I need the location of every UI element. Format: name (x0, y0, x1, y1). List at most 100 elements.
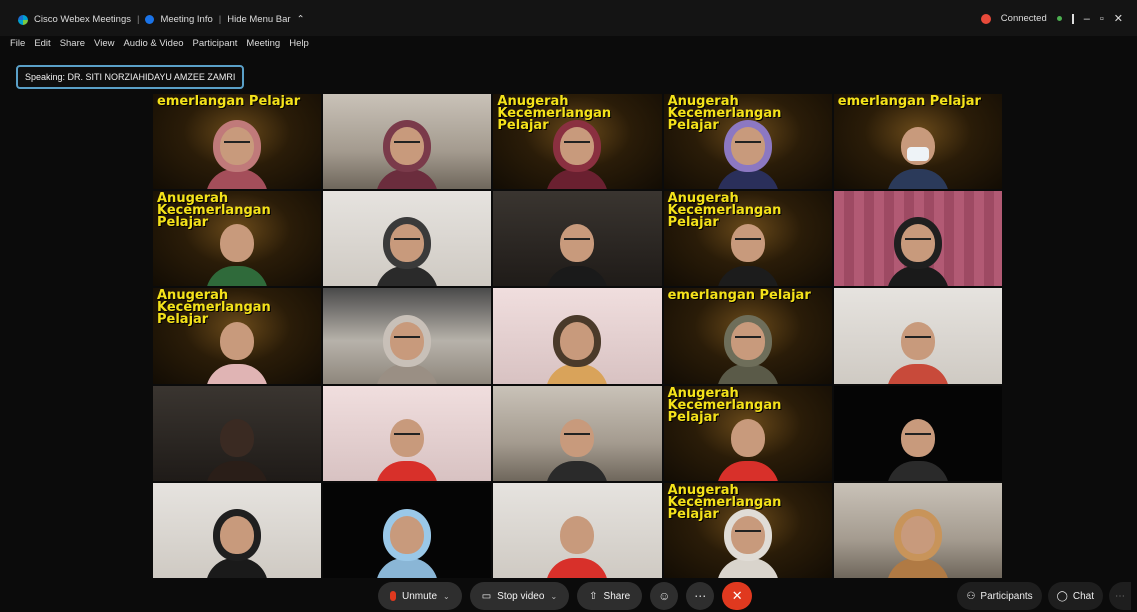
participant-video (886, 321, 949, 384)
more-options-button[interactable]: ⋯ (686, 582, 715, 610)
title-separator-2: | (218, 14, 222, 25)
participant-video (376, 515, 439, 578)
video-tile[interactable]: Anugerah Kecemerlangan Pelajar (663, 482, 832, 578)
title-left: Cisco Webex Meetings | Meeting Info | Hi… (18, 14, 305, 25)
video-tile[interactable] (153, 482, 322, 578)
chat-label: Chat (1072, 590, 1094, 602)
menu-meeting[interactable]: Meeting (246, 38, 280, 54)
video-tile[interactable] (833, 288, 1002, 384)
video-tile[interactable] (493, 482, 662, 578)
info-icon[interactable] (145, 15, 155, 24)
connection-dot-icon (1056, 16, 1062, 21)
participant-video (206, 515, 269, 578)
video-tile[interactable] (323, 191, 492, 287)
participant-video (546, 418, 609, 481)
more-icon: ⋯ (694, 589, 707, 603)
video-tile[interactable]: Anugerah Kecemerlangan Pelajar (663, 94, 832, 190)
video-tile[interactable] (153, 385, 322, 481)
background-text: emerlangan Pelajar (837, 94, 981, 109)
participant-video (886, 224, 949, 287)
video-camera-icon: ▭ (481, 590, 492, 602)
background-text: emerlangan Pelajar (157, 94, 301, 109)
menu-participant[interactable]: Participant (193, 38, 238, 54)
webex-logo-icon (18, 14, 28, 25)
right-controls: ⚇ Participants ◯ Chat ⋯ (957, 582, 1131, 610)
participant-video (716, 127, 779, 190)
participants-label: Participants (980, 590, 1033, 602)
participant-video (546, 515, 609, 578)
participant-video (206, 321, 269, 384)
participant-video (376, 418, 439, 481)
meeting-controls: Unmute ⌄ ▭ Stop video ⌄ ⇧ Share ☺ ⋯ ✕ ⚇ … (0, 582, 1137, 612)
unmute-button[interactable]: Unmute ⌄ (378, 582, 462, 610)
participant-video (886, 515, 949, 578)
participant-video (886, 418, 949, 481)
minimize-icon[interactable]: – (1084, 13, 1090, 25)
video-tile[interactable] (493, 191, 662, 287)
participant-video (376, 224, 439, 287)
close-icon[interactable]: ✕ (1114, 12, 1123, 25)
video-tile[interactable] (493, 385, 662, 481)
smiley-icon: ☺ (658, 589, 671, 603)
more-panels-button[interactable]: ⋯ (1109, 582, 1131, 610)
connection-status: Connected (1000, 13, 1047, 24)
menu-edit[interactable]: Edit (34, 38, 50, 54)
menu-help[interactable]: Help (289, 38, 309, 54)
meeting-info-button[interactable]: Meeting Info (160, 14, 212, 25)
leave-meeting-button[interactable]: ✕ (722, 582, 753, 610)
video-tile[interactable] (323, 288, 492, 384)
video-tile[interactable]: emerlangan Pelajar (153, 94, 322, 190)
participant-video (546, 224, 609, 287)
participant-video (206, 127, 269, 190)
person-icon: ⚇ (966, 590, 976, 602)
video-tile[interactable] (833, 482, 1002, 578)
participant-video (206, 418, 269, 481)
chat-button[interactable]: ◯ Chat (1047, 582, 1103, 610)
title-separator: | (136, 14, 140, 25)
video-tile[interactable] (833, 191, 1002, 287)
participant-video (716, 515, 779, 578)
video-tile[interactable] (833, 385, 1002, 481)
participant-video (376, 321, 439, 384)
video-tile[interactable] (493, 288, 662, 384)
hide-menu-bar-button[interactable]: Hide Menu Bar (227, 14, 290, 25)
video-tile[interactable]: emerlangan Pelajar (833, 94, 1002, 190)
video-tile[interactable]: Anugerah Kecemerlangan Pelajar (663, 385, 832, 481)
background-text: emerlangan Pelajar (667, 288, 811, 304)
participant-video (716, 224, 779, 287)
participant-video (716, 321, 779, 384)
video-tile[interactable]: Anugerah Kecemerlangan Pelajar (153, 288, 322, 384)
recording-icon (980, 13, 991, 24)
unmute-label: Unmute (402, 590, 438, 602)
video-tile[interactable] (323, 385, 492, 481)
control-row: Unmute ⌄ ▭ Stop video ⌄ ⇧ Share ☺ ⋯ ✕ (378, 582, 753, 610)
app-title: Cisco Webex Meetings (34, 14, 131, 25)
muted-mic-icon (390, 591, 396, 601)
participant-video (716, 418, 779, 481)
video-tile[interactable] (323, 482, 492, 578)
participant-video (546, 127, 609, 190)
menu-audio-video[interactable]: Audio & Video (123, 38, 183, 54)
video-tile[interactable]: Anugerah Kecemerlangan Pelajar (153, 191, 322, 287)
maximize-icon[interactable]: ▫ (1100, 13, 1104, 25)
active-speaker-label: Speaking: DR. SITI NORZIAHIDAYU AMZEE ZA… (16, 65, 245, 89)
video-tile[interactable]: Anugerah Kecemerlangan Pelajar (663, 191, 832, 287)
participant-video (376, 127, 439, 190)
video-tile[interactable]: emerlangan Pelajar (663, 288, 832, 384)
menu-view[interactable]: View (94, 38, 114, 54)
menu-share[interactable]: Share (60, 38, 85, 54)
signal-bar-icon (1071, 13, 1074, 24)
stop-video-button[interactable]: ▭ Stop video ⌄ (469, 582, 570, 610)
chevron-down-icon[interactable]: ⌄ (550, 592, 557, 601)
chat-bubble-icon: ◯ (1056, 590, 1068, 602)
video-grid: emerlangan Pelajar Anugerah Kecemerlanga… (153, 94, 1002, 578)
video-tile[interactable] (323, 94, 492, 190)
close-icon: ✕ (731, 588, 743, 603)
video-tile[interactable]: Anugerah Kecemerlangan Pelajar (493, 94, 662, 190)
menu-file[interactable]: File (10, 38, 25, 54)
share-button[interactable]: ⇧ Share (577, 582, 643, 610)
reactions-button[interactable]: ☺ (650, 582, 679, 610)
participants-button[interactable]: ⚇ Participants (957, 582, 1042, 610)
chevron-down-icon[interactable]: ⌄ (443, 592, 450, 601)
chevron-up-icon[interactable]: ⌃ (297, 14, 305, 25)
